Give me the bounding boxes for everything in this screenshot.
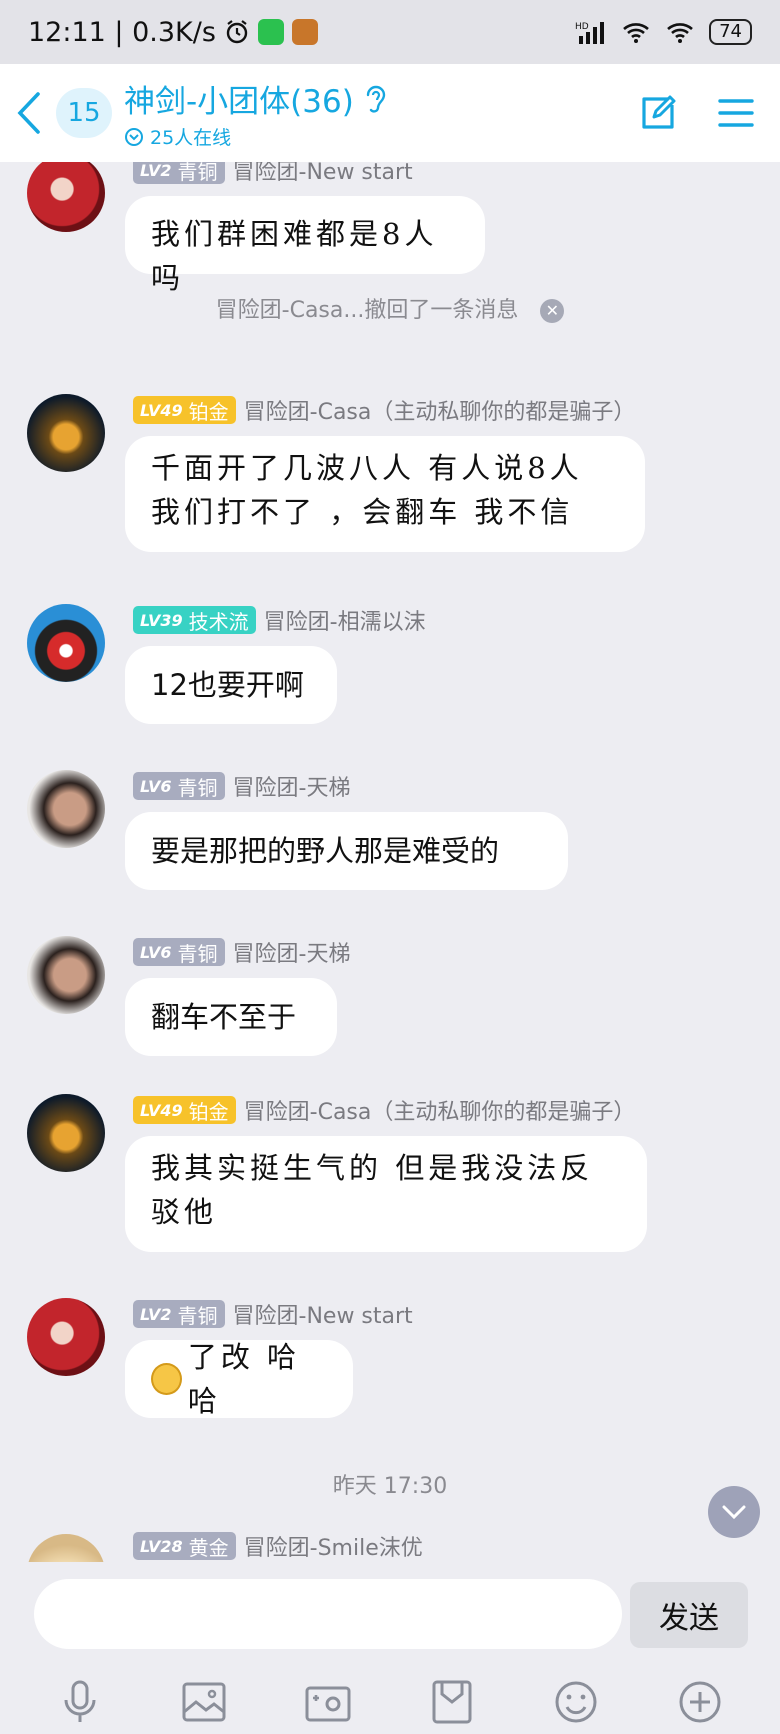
scroll-to-bottom-button[interactable] [708,1486,760,1538]
mic-icon [64,1680,96,1722]
level-badge: LV28 黄金 [133,1532,236,1560]
signal-icon: HD [575,22,605,44]
message-text: 了改 哈哈 [187,1340,301,1418]
status-bar: 12:11 | 0.3K/s HD 74 [0,0,780,64]
avatar[interactable] [27,604,105,682]
plus-icon [679,1681,721,1723]
chat-message-list[interactable]: LV2 青铜 冒险团-New start 我们群困难都是8人吗 冒险团-Casa.… [0,162,780,1562]
avatar[interactable] [27,1094,105,1172]
message-bubble[interactable]: 我其实挺生气的 但是我没法反驳他 [125,1136,647,1252]
sender-name: 冒险团-Smile沫优 [243,1536,423,1561]
input-toolbar [0,1670,780,1734]
message-bubble[interactable]: 千面开了几波八人 有人说8人 我们打不了 ，会翻车 我不信 [125,436,645,552]
game-app-icon [291,19,318,45]
avatar[interactable] [27,1534,105,1562]
menu-icon[interactable] [718,97,754,129]
camera-icon [305,1686,351,1722]
level-badge: LV2 青铜 [133,162,225,184]
emoji-button[interactable] [550,1676,602,1728]
chat-header: 15 神剑-小团体(36) 25人在线 [0,64,780,162]
avatar[interactable] [27,1298,105,1376]
image-icon [182,1682,226,1722]
file-button[interactable] [426,1676,478,1728]
group-title-block[interactable]: 神剑-小团体(36) 25人在线 [124,76,388,150]
sender-name: 冒险团-天梯 [232,942,351,967]
online-chevron-icon [125,127,143,146]
status-time: 12:11 | 0.3K/s [28,16,216,48]
message-bubble[interactable]: 我们群困难都是8人吗 [125,196,485,295]
voice-button[interactable] [54,1676,106,1728]
level-badge: LV49 铂金 [133,1096,236,1124]
alarm-icon [226,20,248,44]
message-bubble[interactable]: 要是那把的野人那是难受的 [125,812,568,890]
avatar[interactable] [27,770,105,848]
emoji-icon [555,1681,597,1723]
battery-indicator: 74 [709,19,752,45]
send-button[interactable]: 发送 [630,1582,748,1648]
wifi-plus-icon [623,23,649,43]
chevron-down-icon [722,1505,746,1520]
level-badge: LV39 技术流 [133,606,256,634]
sender-name: 冒险团-New start [232,1304,413,1329]
level-badge: LV6 青铜 [133,938,225,966]
message-bubble[interactable]: 了改 哈哈 [125,1340,353,1418]
message-bubble[interactable]: 翻车不至于 [125,978,337,1056]
level-badge: LV49 铂金 [133,396,236,424]
timestamp-divider: 昨天 17:30 [332,1474,448,1499]
file-icon [432,1680,472,1724]
close-icon[interactable]: ✕ [540,299,565,323]
network-label: HD [575,22,589,32]
level-badge: LV6 青铜 [133,772,225,800]
message-input[interactable] [34,1579,622,1649]
sender-name: 冒险团-天梯 [232,776,351,801]
group-title: 神剑-小团体(36) [124,84,354,120]
image-button[interactable] [178,1676,230,1728]
edit-note-icon[interactable] [638,93,678,133]
camera-button[interactable] [302,1676,354,1728]
message-bubble[interactable]: 12也要开啊 [125,646,337,724]
avatar[interactable] [27,394,105,472]
sender-name: 冒险团-相濡以沫 [263,610,426,635]
sender-name: 冒险团-Casa（主动私聊你的都是骗子） [243,400,636,425]
wechat-icon [257,19,284,45]
avatar[interactable] [27,936,105,1014]
recall-notice-text: 冒险团-Casa...撤回了一条消息 [215,298,519,323]
avatar[interactable] [27,162,105,232]
sender-name: 冒险团-Casa（主动私聊你的都是骗子） [243,1100,636,1125]
system-notice: 冒险团-Casa...撤回了一条消息 ✕ [0,292,780,324]
unread-count-badge[interactable]: 15 [56,88,112,138]
more-button[interactable] [674,1676,726,1728]
level-badge: LV2 青铜 [133,1300,225,1328]
sender-name: 冒险团-New start [232,162,413,185]
back-button[interactable] [4,64,54,162]
chevron-left-icon [17,92,40,134]
wifi-icon [667,23,693,43]
online-count: 25人在线 [150,127,232,149]
ear-mode-icon [366,85,386,113]
smirk-emoji-icon [151,1363,182,1395]
input-bar: 发送 [0,1562,780,1734]
